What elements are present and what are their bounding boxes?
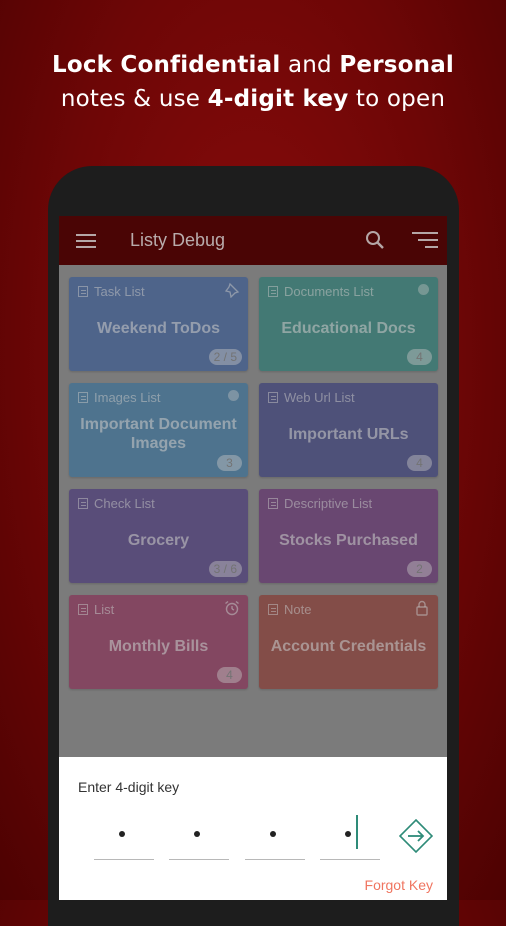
- pin-digit-1[interactable]: [94, 823, 154, 860]
- list-type-icon: [268, 498, 278, 509]
- list-type-label: Descriptive List: [284, 496, 373, 511]
- pin-icon: [224, 282, 240, 299]
- pin-digit-3[interactable]: [245, 823, 305, 860]
- list-type-label: List: [94, 602, 115, 617]
- list-card[interactable]: Documents List Educational Docs 4: [259, 277, 438, 371]
- headline-bold-3: 4-digit key: [207, 86, 349, 112]
- list-type-icon: [268, 286, 278, 297]
- list-card[interactable]: Task List Weekend ToDos 2 / 5: [69, 277, 248, 371]
- headline-text-3: to open: [355, 86, 446, 112]
- list-title: Educational Docs: [281, 319, 416, 337]
- item-count-badge: 2: [407, 561, 432, 577]
- sort-icon[interactable]: [412, 232, 438, 250]
- list-type-icon: [78, 604, 88, 615]
- app-bar: Listy Debug: [59, 216, 447, 265]
- list-card[interactable]: Check List Grocery 3 / 6: [69, 489, 248, 583]
- list-card[interactable]: Web Url List Important URLs 4: [259, 383, 438, 477]
- headline-bold-1: Lock Confidential: [51, 52, 281, 78]
- list-type-label: Task List: [94, 284, 145, 299]
- list-type-label: Web Url List: [284, 390, 355, 405]
- list-type-label: Note: [284, 602, 312, 617]
- search-icon[interactable]: [365, 230, 385, 250]
- item-count-badge: 3: [217, 455, 242, 471]
- list-type-icon: [268, 392, 278, 403]
- app-title: Listy Debug: [130, 230, 226, 250]
- item-count-badge: 2 / 5: [208, 349, 242, 365]
- hamburger-menu-icon[interactable]: [76, 234, 96, 248]
- list-type-label: Check List: [94, 496, 155, 511]
- status-dot-icon: [224, 388, 240, 404]
- list-title: Weekend ToDos: [97, 319, 220, 337]
- list-type-label: Documents List: [284, 284, 374, 299]
- pin-entry-sheet: Enter 4-digit key Forgot Key: [59, 757, 447, 900]
- item-count-badge: 4: [217, 667, 242, 683]
- headline-line-2: notes & use 4-digit key to open: [0, 82, 506, 116]
- list-card[interactable]: Descriptive List Stocks Purchased 2: [259, 489, 438, 583]
- list-card[interactable]: Images List Important Document Images 3: [69, 383, 248, 477]
- headline-bold-2: Personal: [339, 52, 455, 78]
- headline-text-1: and: [287, 52, 332, 78]
- list-title: Account Credentials: [270, 637, 427, 655]
- list-card[interactable]: Note Account Credentials: [259, 595, 438, 689]
- pin-digit-4[interactable]: [320, 815, 380, 860]
- list-card[interactable]: List Monthly Bills 4: [69, 595, 248, 689]
- status-dot-icon: [414, 282, 430, 298]
- list-title: Monthly Bills: [108, 637, 209, 655]
- pin-label: Enter 4-digit key: [78, 779, 180, 795]
- item-count-badge: 4: [407, 349, 432, 365]
- headline-text-2: notes & use: [60, 86, 201, 112]
- item-count-badge: 4: [407, 455, 432, 471]
- pin-digit-2[interactable]: [169, 823, 229, 860]
- promo-headline: Lock Confidential and Personal notes & u…: [0, 48, 506, 116]
- text-cursor: [356, 815, 358, 849]
- forgot-key-link[interactable]: Forgot Key: [365, 877, 433, 893]
- alarm-icon: [224, 600, 240, 616]
- list-type-icon: [78, 498, 88, 509]
- item-count-badge: 3 / 6: [208, 561, 242, 577]
- list-type-icon: [78, 392, 88, 403]
- list-type-icon: [268, 604, 278, 615]
- lock-icon: [414, 600, 430, 616]
- list-title: Important Document Images: [80, 416, 237, 452]
- submit-arrow-icon[interactable]: [399, 819, 433, 853]
- list-title: Important URLs: [288, 425, 409, 443]
- list-type-icon: [78, 286, 88, 297]
- headline-line-1: Lock Confidential and Personal: [0, 48, 506, 82]
- list-title: Stocks Purchased: [279, 531, 418, 549]
- list-title: Grocery: [127, 531, 190, 549]
- list-type-label: Images List: [94, 390, 161, 405]
